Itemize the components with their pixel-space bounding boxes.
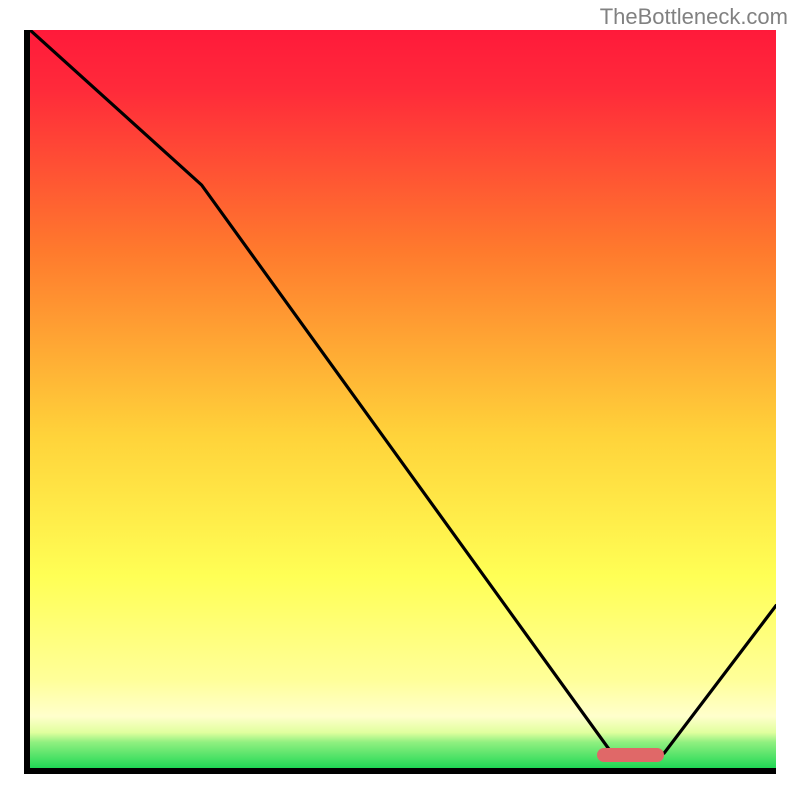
optimal-range-marker — [597, 748, 664, 762]
watermark-text: TheBottleneck.com — [600, 4, 788, 30]
chart-canvas — [30, 30, 776, 768]
page-root: TheBottleneck.com — [0, 0, 800, 800]
gradient-background — [30, 30, 776, 768]
